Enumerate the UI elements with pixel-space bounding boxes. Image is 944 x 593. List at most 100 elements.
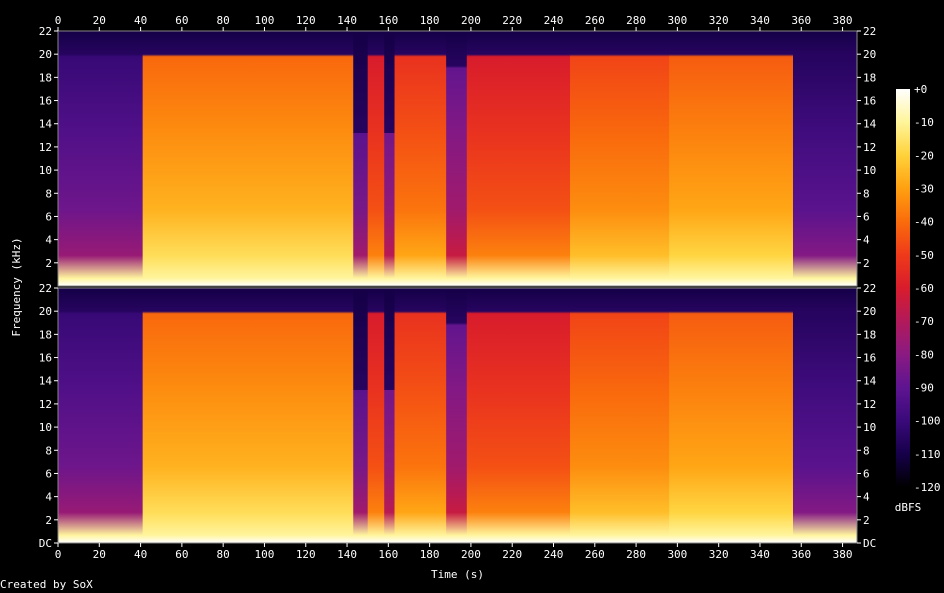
x-tick-label-bottom: 60 xyxy=(175,548,188,561)
x-tick-label-bottom: 340 xyxy=(750,548,770,561)
spectrogram-chart: 2 24 46 68 810 1012 1214 1416 1618 1820 2022 22DC DC… xyxy=(10,14,941,581)
channel1-segment-9 xyxy=(669,31,794,286)
y-tick-label-right: 4 xyxy=(863,234,870,247)
x-tick-label-bottom: 120 xyxy=(296,548,316,561)
x-tick-label-bottom: 0 xyxy=(55,548,62,561)
y-tick-label-left: 2 xyxy=(45,257,52,270)
x-tick-label-top: 380 xyxy=(833,14,853,27)
x-tick-label-top: 260 xyxy=(585,14,605,27)
colorbar-tick-label: +0 xyxy=(914,83,927,96)
channel2-segment-0 xyxy=(58,288,144,543)
channel2-segment-8 xyxy=(570,288,670,543)
y-tick-label-right: 6 xyxy=(863,467,870,480)
x-tick-label-top: 240 xyxy=(544,14,564,27)
channel1-segment-7 xyxy=(466,31,571,286)
colorbar-tick-label: -10 xyxy=(914,116,934,129)
channel2-segment-9 xyxy=(669,288,794,543)
channel2-segment-2 xyxy=(353,288,369,543)
y-tick-label-left: 14 xyxy=(39,118,53,131)
x-tick-label-bottom: 100 xyxy=(255,548,275,561)
y-tick-label-left: 6 xyxy=(45,467,52,480)
x-tick-label-top: 340 xyxy=(750,14,770,27)
y-tick-label-right: 2 xyxy=(863,257,870,270)
x-tick-label-top: 360 xyxy=(791,14,811,27)
channel2-segment-6 xyxy=(446,288,468,543)
x-tick-label-top: 180 xyxy=(420,14,440,27)
y-tick-label-right: DC xyxy=(863,537,876,550)
y-tick-label-left: 16 xyxy=(39,352,52,365)
channel1-segment-0 xyxy=(58,31,144,286)
y-tick-label-left: 16 xyxy=(39,95,52,108)
channel1-segment-1 xyxy=(142,31,354,286)
y-axis-label: Frequency (kHz) xyxy=(10,237,23,336)
x-tick-label-bottom: 180 xyxy=(420,548,440,561)
x-tick-label-top: 280 xyxy=(626,14,646,27)
y-tick-label-left: 10 xyxy=(39,164,52,177)
colorbar-label: dBFS xyxy=(895,501,922,514)
x-tick-label-bottom: 140 xyxy=(337,548,357,561)
y-tick-label-right: 18 xyxy=(863,71,876,84)
y-tick-label-left: 20 xyxy=(39,48,52,61)
y-tick-label-right: 14 xyxy=(863,375,877,388)
y-tick-label-right: 10 xyxy=(863,421,876,434)
x-tick-label-bottom: 220 xyxy=(502,548,522,561)
colorbar-tick-label: -110 xyxy=(914,448,941,461)
channel1-segment-5 xyxy=(394,31,447,286)
x-tick-label-top: 60 xyxy=(175,14,188,27)
channel2-segment-1 xyxy=(142,288,354,543)
x-tick-label-bottom: 380 xyxy=(833,548,853,561)
x-tick-label-bottom: 320 xyxy=(709,548,729,561)
y-tick-label-left: 20 xyxy=(39,305,52,318)
channel2-segment-4 xyxy=(384,288,396,543)
channel1-segment-10 xyxy=(792,31,858,286)
x-tick-label-top: 80 xyxy=(217,14,230,27)
colorbar-tick-label: -120 xyxy=(914,481,941,494)
x-tick-label-bottom: 40 xyxy=(134,548,147,561)
y-tick-label-right: 20 xyxy=(863,48,876,61)
y-tick-label-right: 12 xyxy=(863,141,876,154)
x-tick-label-top: 200 xyxy=(461,14,481,27)
y-tick-label-left: 14 xyxy=(39,375,53,388)
channel2-segment-5 xyxy=(394,288,447,543)
x-tick-label-top: 0 xyxy=(55,14,62,27)
colorbar-tick-label: -80 xyxy=(914,348,934,361)
y-tick-label-right: 14 xyxy=(863,118,877,131)
y-tick-label-right: 6 xyxy=(863,210,870,223)
y-tick-label-left: 12 xyxy=(39,141,52,154)
colorbar-tick-label: -70 xyxy=(914,315,934,328)
y-tick-label-right: 16 xyxy=(863,352,876,365)
y-tick-label-right: 16 xyxy=(863,95,876,108)
x-tick-label-bottom: 160 xyxy=(378,548,398,561)
x-tick-label-bottom: 300 xyxy=(667,548,687,561)
y-tick-label-right: 18 xyxy=(863,328,876,341)
y-tick-label-right: 22 xyxy=(863,25,876,38)
y-tick-label-left: 18 xyxy=(39,328,52,341)
x-tick-label-bottom: 280 xyxy=(626,548,646,561)
y-tick-label-left: 4 xyxy=(45,491,52,504)
y-tick-label-left: 12 xyxy=(39,398,52,411)
x-tick-label-bottom: 20 xyxy=(93,548,106,561)
channel1-segment-2 xyxy=(353,31,369,286)
y-tick-label-left: 4 xyxy=(45,234,52,247)
channel1-segment-4 xyxy=(384,31,396,286)
y-tick-label-right: 8 xyxy=(863,187,870,200)
colorbar-tick-label: -100 xyxy=(914,415,941,428)
x-tick-label-top: 320 xyxy=(709,14,729,27)
x-tick-label-top: 140 xyxy=(337,14,357,27)
channel2-segment-10 xyxy=(792,288,858,543)
y-tick-label-right: 12 xyxy=(863,398,876,411)
colorbar-tick-label: -40 xyxy=(914,216,934,229)
x-axis-label: Time (s) xyxy=(431,568,484,581)
x-tick-label-top: 20 xyxy=(93,14,106,27)
x-tick-label-top: 120 xyxy=(296,14,316,27)
y-tick-label-right: 10 xyxy=(863,164,876,177)
channel1-segment-8 xyxy=(570,31,670,286)
y-tick-label-left: 22 xyxy=(39,282,52,295)
x-tick-label-top: 220 xyxy=(502,14,522,27)
colorbar-tick-label: -50 xyxy=(914,249,934,262)
y-tick-label-right: 22 xyxy=(863,282,876,295)
channel1-segment-3 xyxy=(367,31,385,286)
x-tick-label-bottom: 260 xyxy=(585,548,605,561)
x-tick-label-bottom: 360 xyxy=(791,548,811,561)
channel2-segment-3 xyxy=(367,288,385,543)
